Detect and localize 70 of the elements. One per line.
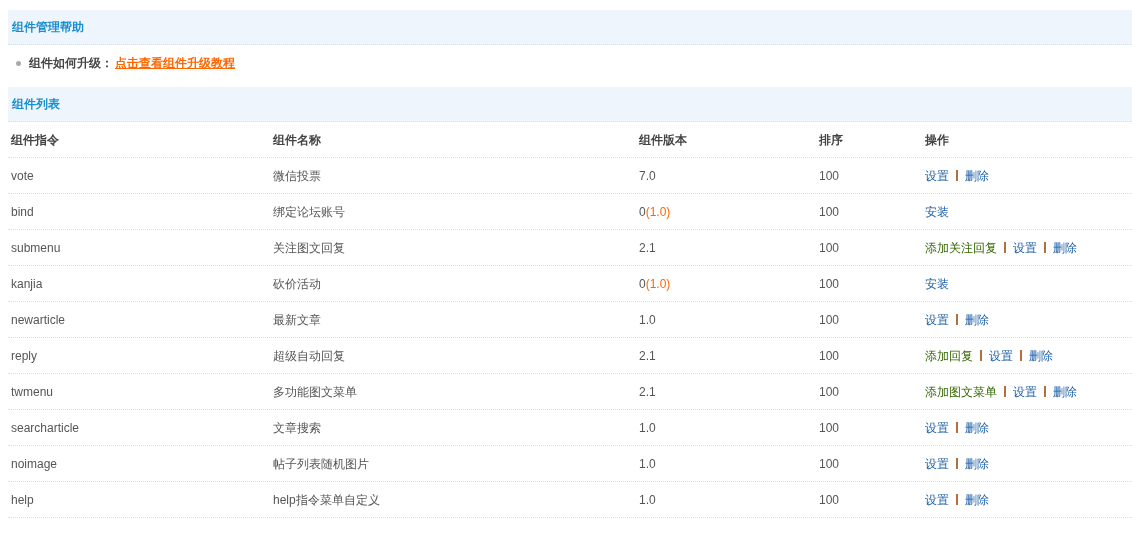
action-link[interactable]: 设置 <box>1013 382 1037 401</box>
order-cell: 100 <box>819 312 840 327</box>
command-cell: submenu <box>11 240 61 255</box>
name-cell: 关注图文回复 <box>273 240 345 255</box>
column-header: 组件指令 <box>11 132 59 147</box>
section-title: 组件列表 <box>12 96 60 113</box>
order-cell: 100 <box>819 348 840 363</box>
command-cell: vote <box>11 168 34 183</box>
name-cell: 帖子列表随机图片 <box>273 456 369 471</box>
name-cell: 绑定论坛账号 <box>273 204 345 219</box>
action-link[interactable]: 添加关注回复 <box>925 238 997 257</box>
name-cell: 砍价活动 <box>273 276 321 291</box>
version-cell: 0(1.0) <box>639 204 671 219</box>
version-cell: 2.1 <box>639 348 656 363</box>
action-link[interactable]: 设置 <box>925 490 949 509</box>
version-cell: 1.0 <box>639 456 656 471</box>
command-cell: newarticle <box>11 312 66 327</box>
column-header: 组件名称 <box>273 132 321 147</box>
command-cell: twmenu <box>11 384 54 399</box>
action-link[interactable]: 设置 <box>925 418 949 437</box>
version-cell: 2.1 <box>639 384 656 399</box>
column-header: 组件版本 <box>639 132 687 147</box>
action-link[interactable]: 删除 <box>965 454 989 473</box>
command-cell: bind <box>11 204 34 219</box>
order-cell: 100 <box>819 456 840 471</box>
action-link[interactable]: 删除 <box>965 418 989 437</box>
version-cell: 2.1 <box>639 240 656 255</box>
command-cell: kanjia <box>11 276 43 291</box>
section-title: 组件管理帮助 <box>12 19 84 36</box>
order-cell: 100 <box>819 204 840 219</box>
column-header: 操作 <box>925 132 949 147</box>
action-link[interactable]: 添加图文菜单 <box>925 382 997 401</box>
order-cell: 100 <box>819 240 840 255</box>
name-cell: 文章搜索 <box>273 420 321 435</box>
action-link[interactable]: 添加回复 <box>925 346 973 365</box>
name-cell: 微信投票 <box>273 168 321 183</box>
name-cell: 多功能图文菜单 <box>273 384 357 399</box>
action-link[interactable]: 删除 <box>1053 238 1077 257</box>
action-link[interactable]: 安装 <box>925 274 949 293</box>
name-cell: 最新文章 <box>273 312 321 327</box>
action-link[interactable]: 设置 <box>925 310 949 329</box>
command-cell: searcharticle <box>11 420 80 435</box>
action-link[interactable]: 设置 <box>925 166 949 185</box>
action-link[interactable]: 删除 <box>1029 346 1053 365</box>
action-link[interactable]: 删除 <box>1053 382 1077 401</box>
action-link[interactable]: 设置 <box>989 346 1013 365</box>
order-cell: 100 <box>819 276 840 291</box>
name-cell: help指令菜单自定义 <box>273 492 380 507</box>
action-link[interactable]: 设置 <box>1013 238 1037 257</box>
order-cell: 100 <box>819 384 840 399</box>
action-link[interactable]: 删除 <box>965 166 989 185</box>
version-cell: 0(1.0) <box>639 276 671 291</box>
order-cell: 100 <box>819 168 840 183</box>
command-cell: noimage <box>11 456 58 471</box>
action-link[interactable]: 安装 <box>925 202 949 221</box>
order-cell: 100 <box>819 420 840 435</box>
version-cell: 7.0 <box>639 168 656 183</box>
bullet-icon <box>16 60 21 66</box>
action-link[interactable]: 删除 <box>965 310 989 329</box>
help-label: 组件如何升级： <box>29 55 113 72</box>
name-cell: 超级自动回复 <box>273 348 345 363</box>
order-cell: 100 <box>819 492 840 507</box>
action-link[interactable]: 删除 <box>965 490 989 509</box>
version-cell: 1.0 <box>639 492 656 507</box>
command-cell: reply <box>11 348 37 363</box>
version-cell: 1.0 <box>639 420 656 435</box>
version-cell: 1.0 <box>639 312 656 327</box>
action-link[interactable]: 设置 <box>925 454 949 473</box>
command-cell: help <box>11 492 34 507</box>
column-header: 排序 <box>819 132 843 147</box>
